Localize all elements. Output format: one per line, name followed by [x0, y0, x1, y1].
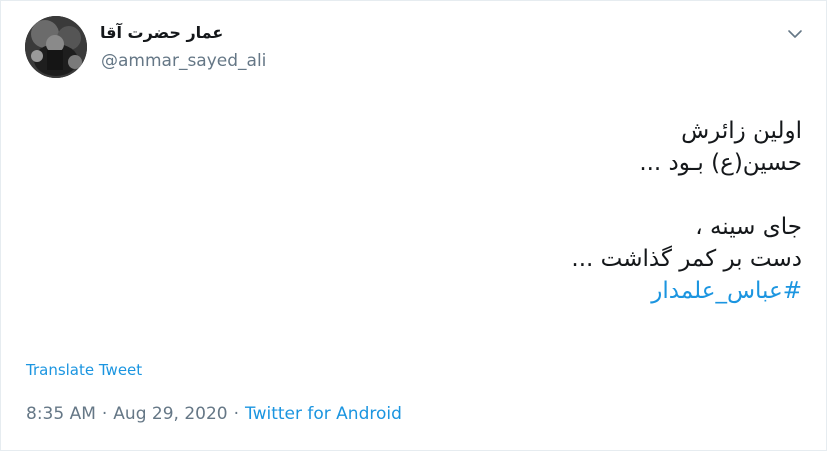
- tweet-time[interactable]: 8:35 AM: [26, 404, 96, 424]
- tweet-line: حسین(ع) بـود ...: [639, 150, 802, 176]
- tweet-line: [102, 179, 802, 211]
- translate-tweet-link[interactable]: Translate Tweet: [26, 361, 142, 379]
- avatar[interactable]: [25, 16, 87, 78]
- tweet-date[interactable]: Aug 29, 2020: [113, 404, 227, 424]
- hashtag-link[interactable]: #عباس_علمدار: [102, 275, 802, 307]
- tweet-menu-button[interactable]: [782, 21, 808, 47]
- tweet-metadata: 8:35 AM · Aug 29, 2020 · Twitter for Android: [26, 404, 402, 424]
- display-name[interactable]: عمار حضرت آقا: [100, 23, 223, 42]
- chevron-down-icon: [788, 30, 802, 38]
- tweet-line: اولین زائرش: [681, 118, 802, 144]
- separator: ·: [101, 404, 108, 424]
- avatar-image: [25, 16, 87, 78]
- tweet-line: دست بر کمر گذاشت ...: [571, 246, 802, 272]
- tweet-line: جای سینه ،: [695, 214, 802, 240]
- tweet-text: اولین زائرش حسین(ع) بـود ... جای سینه ، …: [102, 115, 802, 307]
- tweet-card: عمار حضرت آقا @ammar_sayed_ali اولین زائ…: [0, 0, 827, 451]
- username[interactable]: @ammar_sayed_ali: [101, 51, 266, 71]
- tweet-source-link[interactable]: Twitter for Android: [245, 404, 402, 424]
- separator: ·: [233, 404, 240, 424]
